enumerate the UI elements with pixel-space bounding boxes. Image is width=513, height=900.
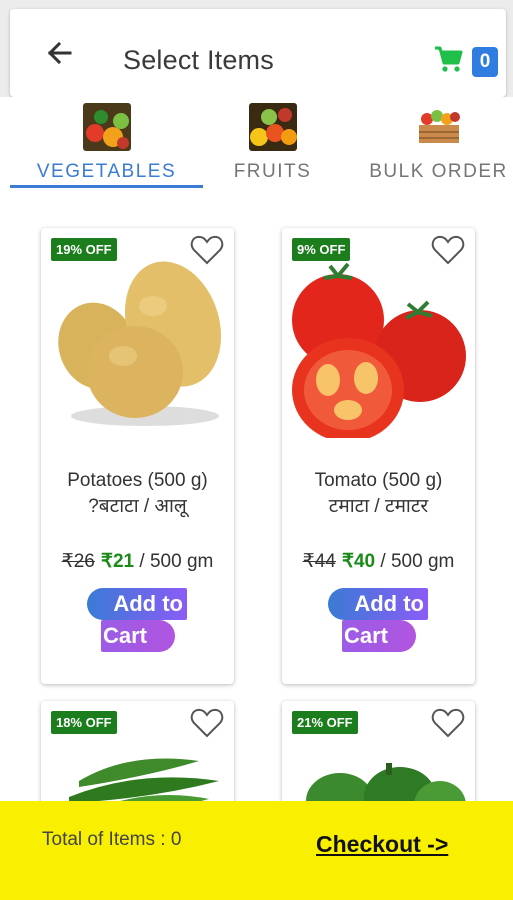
capsicum-image: [306, 763, 466, 801]
price-row: ₹44 ₹40 / 500 gm: [282, 550, 475, 573]
app-bar: Select Items 0: [10, 9, 506, 97]
category-tabs: VEGETABLES FRUITS BULK ORDER: [0, 97, 513, 189]
product-name-english: Tomato (500 g): [314, 470, 443, 491]
fruits-thumb-icon: [248, 103, 297, 151]
product-card-capsicum[interactable]: 21% OFF: [282, 701, 475, 801]
product-name-english: Potatoes (500 g): [67, 470, 208, 491]
bulk-crate-thumb-icon: [414, 103, 463, 151]
price-row: ₹26 ₹21 / 500 gm: [41, 550, 234, 573]
product-card-potato[interactable]: 19% OFF Potatoes (500 g) ?बटाटा / आलू ₹2…: [41, 228, 234, 684]
discount-badge: 18% OFF: [51, 711, 117, 734]
add-to-cart-label-line2: Cart: [342, 620, 416, 652]
product-name: Potatoes (500 g) ?बटाटा / आलू: [41, 468, 234, 520]
tab-bulk-order-label: BULK ORDER: [369, 161, 508, 182]
okra-image: [69, 758, 219, 801]
checkout-footer: Total of Items : 0 Checkout ->: [0, 801, 513, 900]
shopping-cart-icon[interactable]: [433, 45, 463, 73]
product-name-local: टमाटा / टमाटर: [328, 496, 429, 517]
potato-image: [58, 261, 222, 426]
tab-fruits-label: FRUITS: [233, 161, 312, 182]
add-to-cart-label-line2: Cart: [101, 620, 175, 652]
product-card-tomato[interactable]: 9% OFF Tomato (500 g) टमाटा / टमाटर ₹44 ₹…: [282, 228, 475, 684]
discount-badge: 19% OFF: [51, 238, 117, 261]
sale-price: ₹21: [100, 551, 135, 572]
add-to-cart-button[interactable]: Add to Cart: [328, 584, 432, 656]
add-to-cart-label-line1: Add to: [328, 588, 428, 620]
mrp-price: ₹44: [302, 551, 336, 572]
add-to-cart-button[interactable]: Add to Cart: [87, 584, 191, 656]
page-title: Select Items: [123, 45, 274, 75]
tab-vegetables[interactable]: VEGETABLES: [10, 97, 203, 189]
favorite-heart-icon[interactable]: [190, 234, 224, 266]
price-unit: / 500 gm: [139, 551, 214, 572]
active-tab-indicator: [10, 185, 203, 188]
back-arrow-icon[interactable]: [40, 33, 80, 73]
tab-fruits[interactable]: FRUITS: [176, 97, 369, 189]
tab-bulk-order[interactable]: BULK ORDER: [342, 97, 513, 189]
discount-badge: 21% OFF: [292, 711, 358, 734]
product-name-local: ?बटाटा / आलू: [88, 496, 187, 517]
vegetables-thumb-icon: [82, 103, 131, 151]
price-unit: / 500 gm: [380, 551, 455, 572]
favorite-heart-icon[interactable]: [190, 707, 224, 739]
product-card-okra[interactable]: 18% OFF: [41, 701, 234, 801]
favorite-heart-icon[interactable]: [431, 707, 465, 739]
product-name: Tomato (500 g) टमाटा / टमाटर: [282, 468, 475, 520]
add-to-cart-label-line1: Add to: [87, 588, 187, 620]
tomato-image: [292, 262, 466, 438]
sale-price: ₹40: [341, 551, 376, 572]
tab-vegetables-label: VEGETABLES: [36, 161, 177, 182]
mrp-price: ₹26: [61, 551, 95, 572]
cart-count-badge[interactable]: 0: [472, 47, 498, 77]
favorite-heart-icon[interactable]: [431, 234, 465, 266]
checkout-button[interactable]: Checkout ->: [316, 831, 448, 858]
total-items-label: Total of Items : 0: [42, 829, 182, 850]
product-grid: 19% OFF Potatoes (500 g) ?बटाटा / आलू ₹2…: [0, 189, 513, 801]
discount-badge: 9% OFF: [292, 238, 351, 261]
